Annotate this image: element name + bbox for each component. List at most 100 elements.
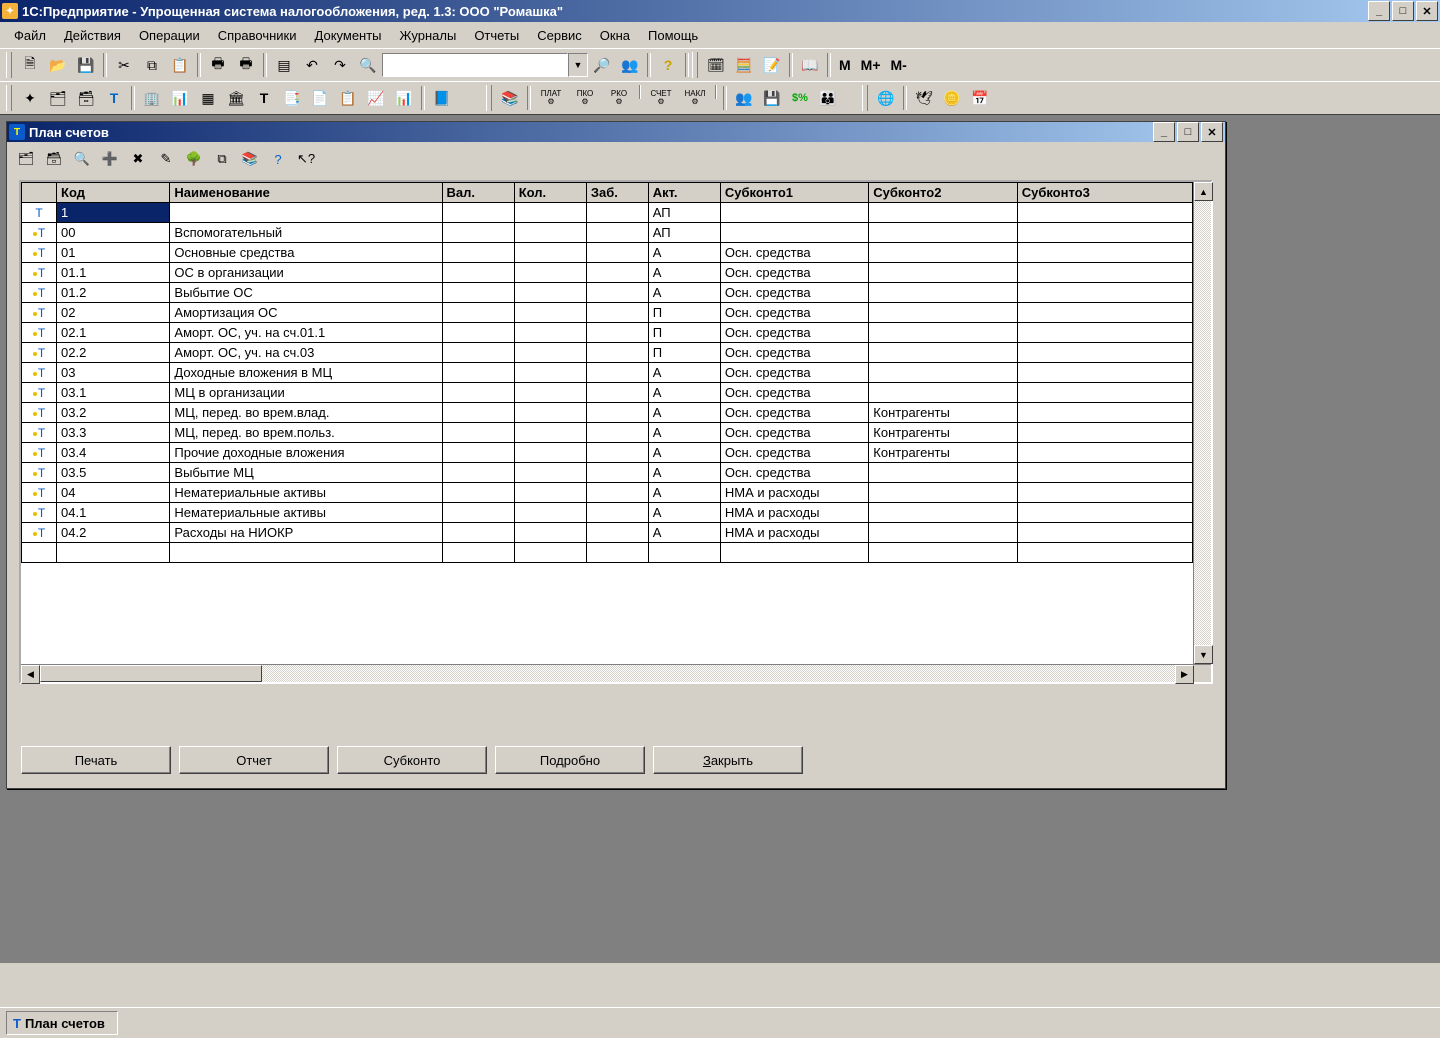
report-icon-4[interactable]: 🏛	[222, 84, 250, 112]
report-icon-6[interactable]: 📑	[278, 84, 306, 112]
grid-cell[interactable]	[869, 323, 1017, 343]
ct-copy-icon[interactable]: ⧉	[209, 146, 235, 172]
grid-cell[interactable]	[869, 343, 1017, 363]
table-row[interactable]: Т01Основные средстваАОсн. средства	[22, 243, 1193, 263]
grid-cell[interactable]: 03.5	[57, 463, 170, 483]
grid-cell[interactable]	[586, 323, 648, 343]
grid-cell[interactable]	[1017, 423, 1192, 443]
grid-cell[interactable]	[586, 463, 648, 483]
grid-cell[interactable]: НМА и расходы	[720, 483, 868, 503]
grid-cell[interactable]	[442, 403, 514, 423]
grid-cell[interactable]: Осн. средства	[720, 323, 868, 343]
ct-delete-icon[interactable]: ✖	[125, 146, 151, 172]
grid-cell[interactable]: Контрагенты	[869, 443, 1017, 463]
menu-5[interactable]: Журналы	[392, 26, 465, 45]
ct-hierarchy-icon[interactable]: 📚	[237, 146, 263, 172]
grid-cell[interactable]	[1017, 383, 1192, 403]
toolbar-grip-4[interactable]	[486, 85, 492, 111]
grid-cell[interactable]	[514, 423, 586, 443]
grid-cell[interactable]	[442, 343, 514, 363]
grid-cell[interactable]	[1017, 263, 1192, 283]
grid-cell[interactable]: Осн. средства	[720, 383, 868, 403]
grid-cell[interactable]: Выбытие ОС	[170, 283, 442, 303]
grid-cell[interactable]: П	[648, 323, 720, 343]
scroll-left-icon[interactable]: ◀	[21, 665, 40, 684]
memory-mminus-button[interactable]: M-	[886, 51, 912, 79]
coins-icon[interactable]: 🪙	[938, 84, 966, 112]
grid-cell[interactable]	[586, 423, 648, 443]
book-icon[interactable]: 📖	[796, 51, 824, 79]
book-icon-2[interactable]: 📘	[428, 84, 456, 112]
grid-cell[interactable]: 04	[57, 483, 170, 503]
grid-cell[interactable]: 02	[57, 303, 170, 323]
calc-icon[interactable]: 🗓	[702, 51, 730, 79]
find-prev-icon[interactable]: 👥	[616, 51, 644, 79]
grid-cell[interactable]: Прочие доходные вложения	[170, 443, 442, 463]
grid-cell[interactable]: А	[648, 263, 720, 283]
table-row[interactable]: Т03Доходные вложения в МЦАОсн. средства	[22, 363, 1193, 383]
copy-icon[interactable]: ⧉	[138, 51, 166, 79]
grid-cell[interactable]	[442, 503, 514, 523]
grid-cell[interactable]	[514, 263, 586, 283]
grid-cell[interactable]	[514, 403, 586, 423]
grid-cell[interactable]: Осн. средства	[720, 403, 868, 423]
grid-cell[interactable]: МЦ в организации	[170, 383, 442, 403]
grid-cell[interactable]: 03.4	[57, 443, 170, 463]
toolbar-grip-3[interactable]	[6, 85, 12, 111]
grid-cell[interactable]: Осн. средства	[720, 243, 868, 263]
grid-cell[interactable]	[514, 343, 586, 363]
currency-icon[interactable]: $%	[786, 84, 814, 112]
grid-cell[interactable]	[1017, 483, 1192, 503]
grid-cell[interactable]	[586, 283, 648, 303]
table-row[interactable]: Т02.1Аморт. ОС, уч. на сч.01.1ПОсн. сред…	[22, 323, 1193, 343]
grid-cell[interactable]: Осн. средства	[720, 263, 868, 283]
grid-header-8[interactable]: Субконто2	[869, 183, 1017, 203]
grid-cell[interactable]: А	[648, 483, 720, 503]
ct-pointer-help-icon[interactable]: ↖?	[293, 146, 319, 172]
table-row[interactable]: Т03.4Прочие доходные вложенияАОсн. средс…	[22, 443, 1193, 463]
grid-cell[interactable]	[442, 243, 514, 263]
search-input[interactable]	[382, 53, 568, 77]
table-row[interactable]: Т1АП	[22, 203, 1193, 223]
grid-cell[interactable]: П	[648, 343, 720, 363]
cut-icon[interactable]: ✂	[110, 51, 138, 79]
table-row[interactable]: Т04Нематериальные активыАНМА и расходы	[22, 483, 1193, 503]
toolbar-grip-5[interactable]	[862, 85, 868, 111]
report-icon-5[interactable]: T	[250, 84, 278, 112]
grid-cell[interactable]: Контрагенты	[869, 403, 1017, 423]
menu-1[interactable]: Действия	[56, 26, 129, 45]
minimize-button[interactable]: _	[1368, 1, 1390, 21]
grid-cell[interactable]: А	[648, 463, 720, 483]
grid-cell[interactable]: 03.1	[57, 383, 170, 403]
grid-cell[interactable]: П	[648, 303, 720, 323]
doc-type-icon-2[interactable]: РКО⚙	[602, 84, 636, 112]
undo-icon[interactable]: ↶	[298, 51, 326, 79]
scroll-right-icon[interactable]: ▶	[1175, 665, 1194, 684]
grid-cell[interactable]: МЦ, перед. во врем.влад.	[170, 403, 442, 423]
grid-cell[interactable]	[586, 243, 648, 263]
grid-cell[interactable]	[1017, 323, 1192, 343]
grid-cell[interactable]	[720, 203, 868, 223]
taskbar-item[interactable]: Т План счетов	[6, 1011, 118, 1035]
grid-cell[interactable]	[586, 403, 648, 423]
grid-cell[interactable]	[442, 303, 514, 323]
grid-cell[interactable]	[869, 203, 1017, 223]
menu-2[interactable]: Операции	[131, 26, 208, 45]
grid-cell[interactable]: Осн. средства	[720, 423, 868, 443]
grid-header-5[interactable]: Заб.	[586, 183, 648, 203]
grid-cell[interactable]	[869, 363, 1017, 383]
grid-cell[interactable]	[1017, 443, 1192, 463]
grid-cell[interactable]: 04.2	[57, 523, 170, 543]
grid-cell[interactable]	[1017, 283, 1192, 303]
table-row[interactable]: Т02.2Аморт. ОС, уч. на сч.03ПОсн. средст…	[22, 343, 1193, 363]
grid-cell[interactable]: Нематериальные активы	[170, 483, 442, 503]
grid-cell[interactable]	[514, 283, 586, 303]
grid-cell[interactable]	[1017, 503, 1192, 523]
grid-cell[interactable]: 03.2	[57, 403, 170, 423]
menu-4[interactable]: Документы	[307, 26, 390, 45]
grid-cell[interactable]	[442, 203, 514, 223]
calendar-icon-2[interactable]: 📅	[966, 84, 994, 112]
grid-cell[interactable]: 01	[57, 243, 170, 263]
grid-cell[interactable]	[442, 483, 514, 503]
grid-cell[interactable]	[442, 443, 514, 463]
